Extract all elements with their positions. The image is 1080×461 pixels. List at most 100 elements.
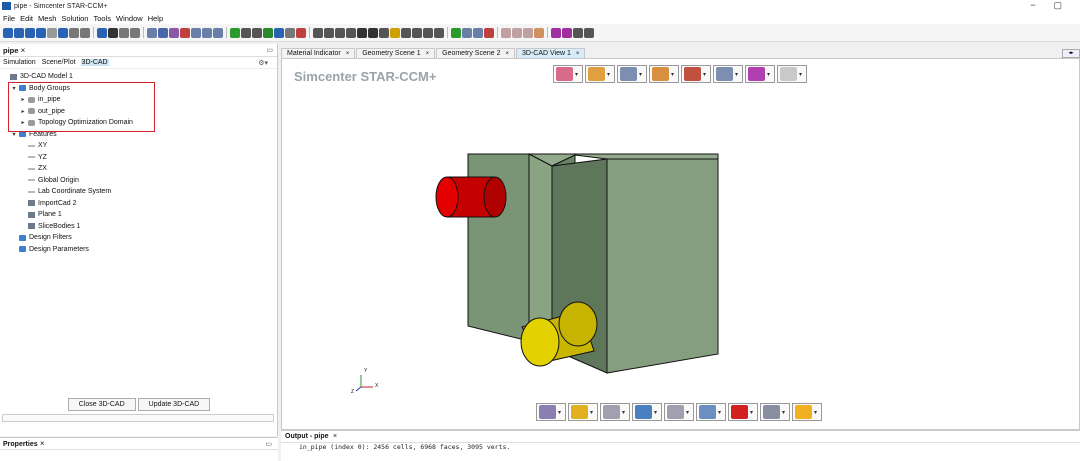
output-close-icon[interactable]: × [333,433,337,440]
toolbar-tool-23-icon[interactable] [263,27,273,38]
copy-icon[interactable] [47,27,57,38]
forward-icon[interactable] [80,27,90,38]
save-as-icon[interactable] [36,27,46,38]
toolbar-tool-13-icon[interactable] [147,27,157,38]
toolbar-tool-11-icon[interactable] [119,27,129,38]
toolbar-tool-10-icon[interactable] [108,27,118,38]
toolbar-tool-43-icon[interactable] [501,27,511,38]
update-3d-cad-button[interactable]: Update 3D-CAD [137,398,211,411]
toolbar-tool-22-icon[interactable] [252,27,262,38]
tree-node-yz[interactable]: YZ [0,152,277,164]
view-bottom-tool-7-button[interactable]: ▾ [728,403,758,421]
tab-simulation[interactable]: Simulation [2,59,37,66]
toolbar-tool-41-icon[interactable] [473,27,483,38]
tree-node-design-parameters[interactable]: Design Parameters [0,244,277,256]
tree-node-lab-coordinate-system[interactable]: Lab Coordinate System [0,186,277,198]
properties-minimize-icon[interactable]: ▭ [265,440,272,448]
dropdown-arrow-icon[interactable]: ▾ [590,409,593,416]
toolbar-tool-47-icon[interactable] [551,27,561,38]
toolbar-tool-28-icon[interactable] [324,27,334,38]
dropdown-arrow-icon[interactable]: ▾ [558,409,561,416]
dropdown-arrow-icon[interactable]: ▾ [718,409,721,416]
toolbar-tool-50-icon[interactable] [584,27,594,38]
toolbar-tool-40-icon[interactable] [462,27,472,38]
menu-tools[interactable]: Tools [93,14,111,23]
toolbar-tool-32-icon[interactable] [368,27,378,38]
menu-file[interactable]: File [3,14,15,23]
tab-geometry-scene-2[interactable]: Geometry Scene 2 × [436,48,515,58]
close-icon[interactable]: × [426,51,430,57]
toolbar-tool-17-icon[interactable] [191,27,201,38]
view-bottom-tool-8-button[interactable]: ▾ [760,403,790,421]
menu-edit[interactable]: Edit [20,14,33,23]
dropdown-arrow-icon[interactable]: ▾ [782,409,785,416]
toolbar-tool-30-icon[interactable] [346,27,356,38]
close-icon[interactable]: × [576,51,580,57]
toolbar-tool-24-icon[interactable] [274,27,284,38]
minimize-button[interactable]: − [1030,0,1035,11]
view-bottom-tool-9-button[interactable]: ▾ [792,403,822,421]
toolbar-tool-26-icon[interactable] [296,27,306,38]
tree-node-3d-cad-model-1[interactable]: 3D-CAD Model 1 [0,71,277,83]
toolbar-tool-33-icon[interactable] [379,27,389,38]
tab-3d-cad[interactable]: 3D-CAD [80,59,109,66]
tab-scroll-icon[interactable]: ◂▸ [1062,49,1080,58]
toolbar-tool-29-icon[interactable] [335,27,345,38]
toolbar-tool-36-icon[interactable] [412,27,422,38]
tab-geometry-scene-1[interactable]: Geometry Scene 1 × [356,48,436,58]
properties-close-icon[interactable]: × [40,439,45,448]
toolbar-tool-20-icon[interactable] [230,27,240,38]
menu-help[interactable]: Help [148,14,163,23]
close-icon[interactable]: × [505,51,509,57]
tree-node-importcad-2[interactable]: ImportCad 2 [0,198,277,210]
tree-options-icon[interactable]: ⚙▾ [257,59,269,67]
menu-mesh[interactable]: Mesh [38,14,56,23]
toolbar-tool-15-icon[interactable] [169,27,179,38]
toolbar-tool-45-icon[interactable] [523,27,533,38]
dropdown-arrow-icon[interactable]: ▾ [686,409,689,416]
view-bottom-tool-2-button[interactable]: ▾ [568,403,598,421]
tree-node-design-filters[interactable]: Design Filters [0,232,277,244]
close-icon[interactable]: × [346,51,350,57]
toolbar-tool-19-icon[interactable] [213,27,223,38]
tree-node-xy[interactable]: XY [0,140,277,152]
in-pipe[interactable] [435,176,507,218]
toolbar-tool-9-icon[interactable] [97,27,107,38]
toolbar-tool-37-icon[interactable] [423,27,433,38]
toolbar-tool-46-icon[interactable] [534,27,544,38]
3d-cad-viewport[interactable]: Simcenter STAR-CCM+ ▾ ▾ ▾ ▾ ▾ ▾ ▾ ▾ Y X Z ▾ ▾ ▾ [281,58,1080,430]
tab-3d-cad-view-1[interactable]: 3D-CAD View 1 × [516,48,586,58]
view-bottom-tool-1-button[interactable]: ▾ [536,403,566,421]
toolbar-tool-48-icon[interactable] [562,27,572,38]
toolbar-tool-12-icon[interactable] [130,27,140,38]
maximize-button[interactable]: ▢ [1053,0,1062,11]
open-icon[interactable] [14,27,24,38]
toolbar-tool-21-icon[interactable] [241,27,251,38]
toolbar-tool-27-icon[interactable] [313,27,323,38]
cad-model-render[interactable] [282,59,1080,431]
close-3d-cad-button[interactable]: Close 3D-CAD [67,398,136,411]
dropdown-arrow-icon[interactable]: ▾ [814,409,817,416]
toolbar-tool-18-icon[interactable] [202,27,212,38]
menu-window[interactable]: Window [116,14,143,23]
back-icon[interactable] [69,27,79,38]
toolbar-tool-35-icon[interactable] [401,27,411,38]
toolbar-tool-31-icon[interactable] [357,27,367,38]
toolbar-tool-44-icon[interactable] [512,27,522,38]
toolbar-tool-25-icon[interactable] [285,27,295,38]
tab-scene-plot[interactable]: Scene/Plot [41,59,77,66]
view-bottom-tool-4-button[interactable]: ▾ [632,403,662,421]
toolbar-tool-16-icon[interactable] [180,27,190,38]
tree-node-plane-1[interactable]: Plane 1 [0,209,277,221]
toolbar-tool-38-icon[interactable] [434,27,444,38]
dropdown-arrow-icon[interactable]: ▾ [622,409,625,416]
panel-close-icon[interactable]: × [21,46,26,55]
view-bottom-tool-3-button[interactable]: ▾ [600,403,630,421]
new-icon[interactable] [3,27,13,38]
toolbar-tool-14-icon[interactable] [158,27,168,38]
toolbar-tool-49-icon[interactable] [573,27,583,38]
toolbar-tool-34-icon[interactable] [390,27,400,38]
save-icon[interactable] [25,27,35,38]
toolbar-tool-42-icon[interactable] [484,27,494,38]
tree-node-global-origin[interactable]: Global Origin [0,175,277,187]
